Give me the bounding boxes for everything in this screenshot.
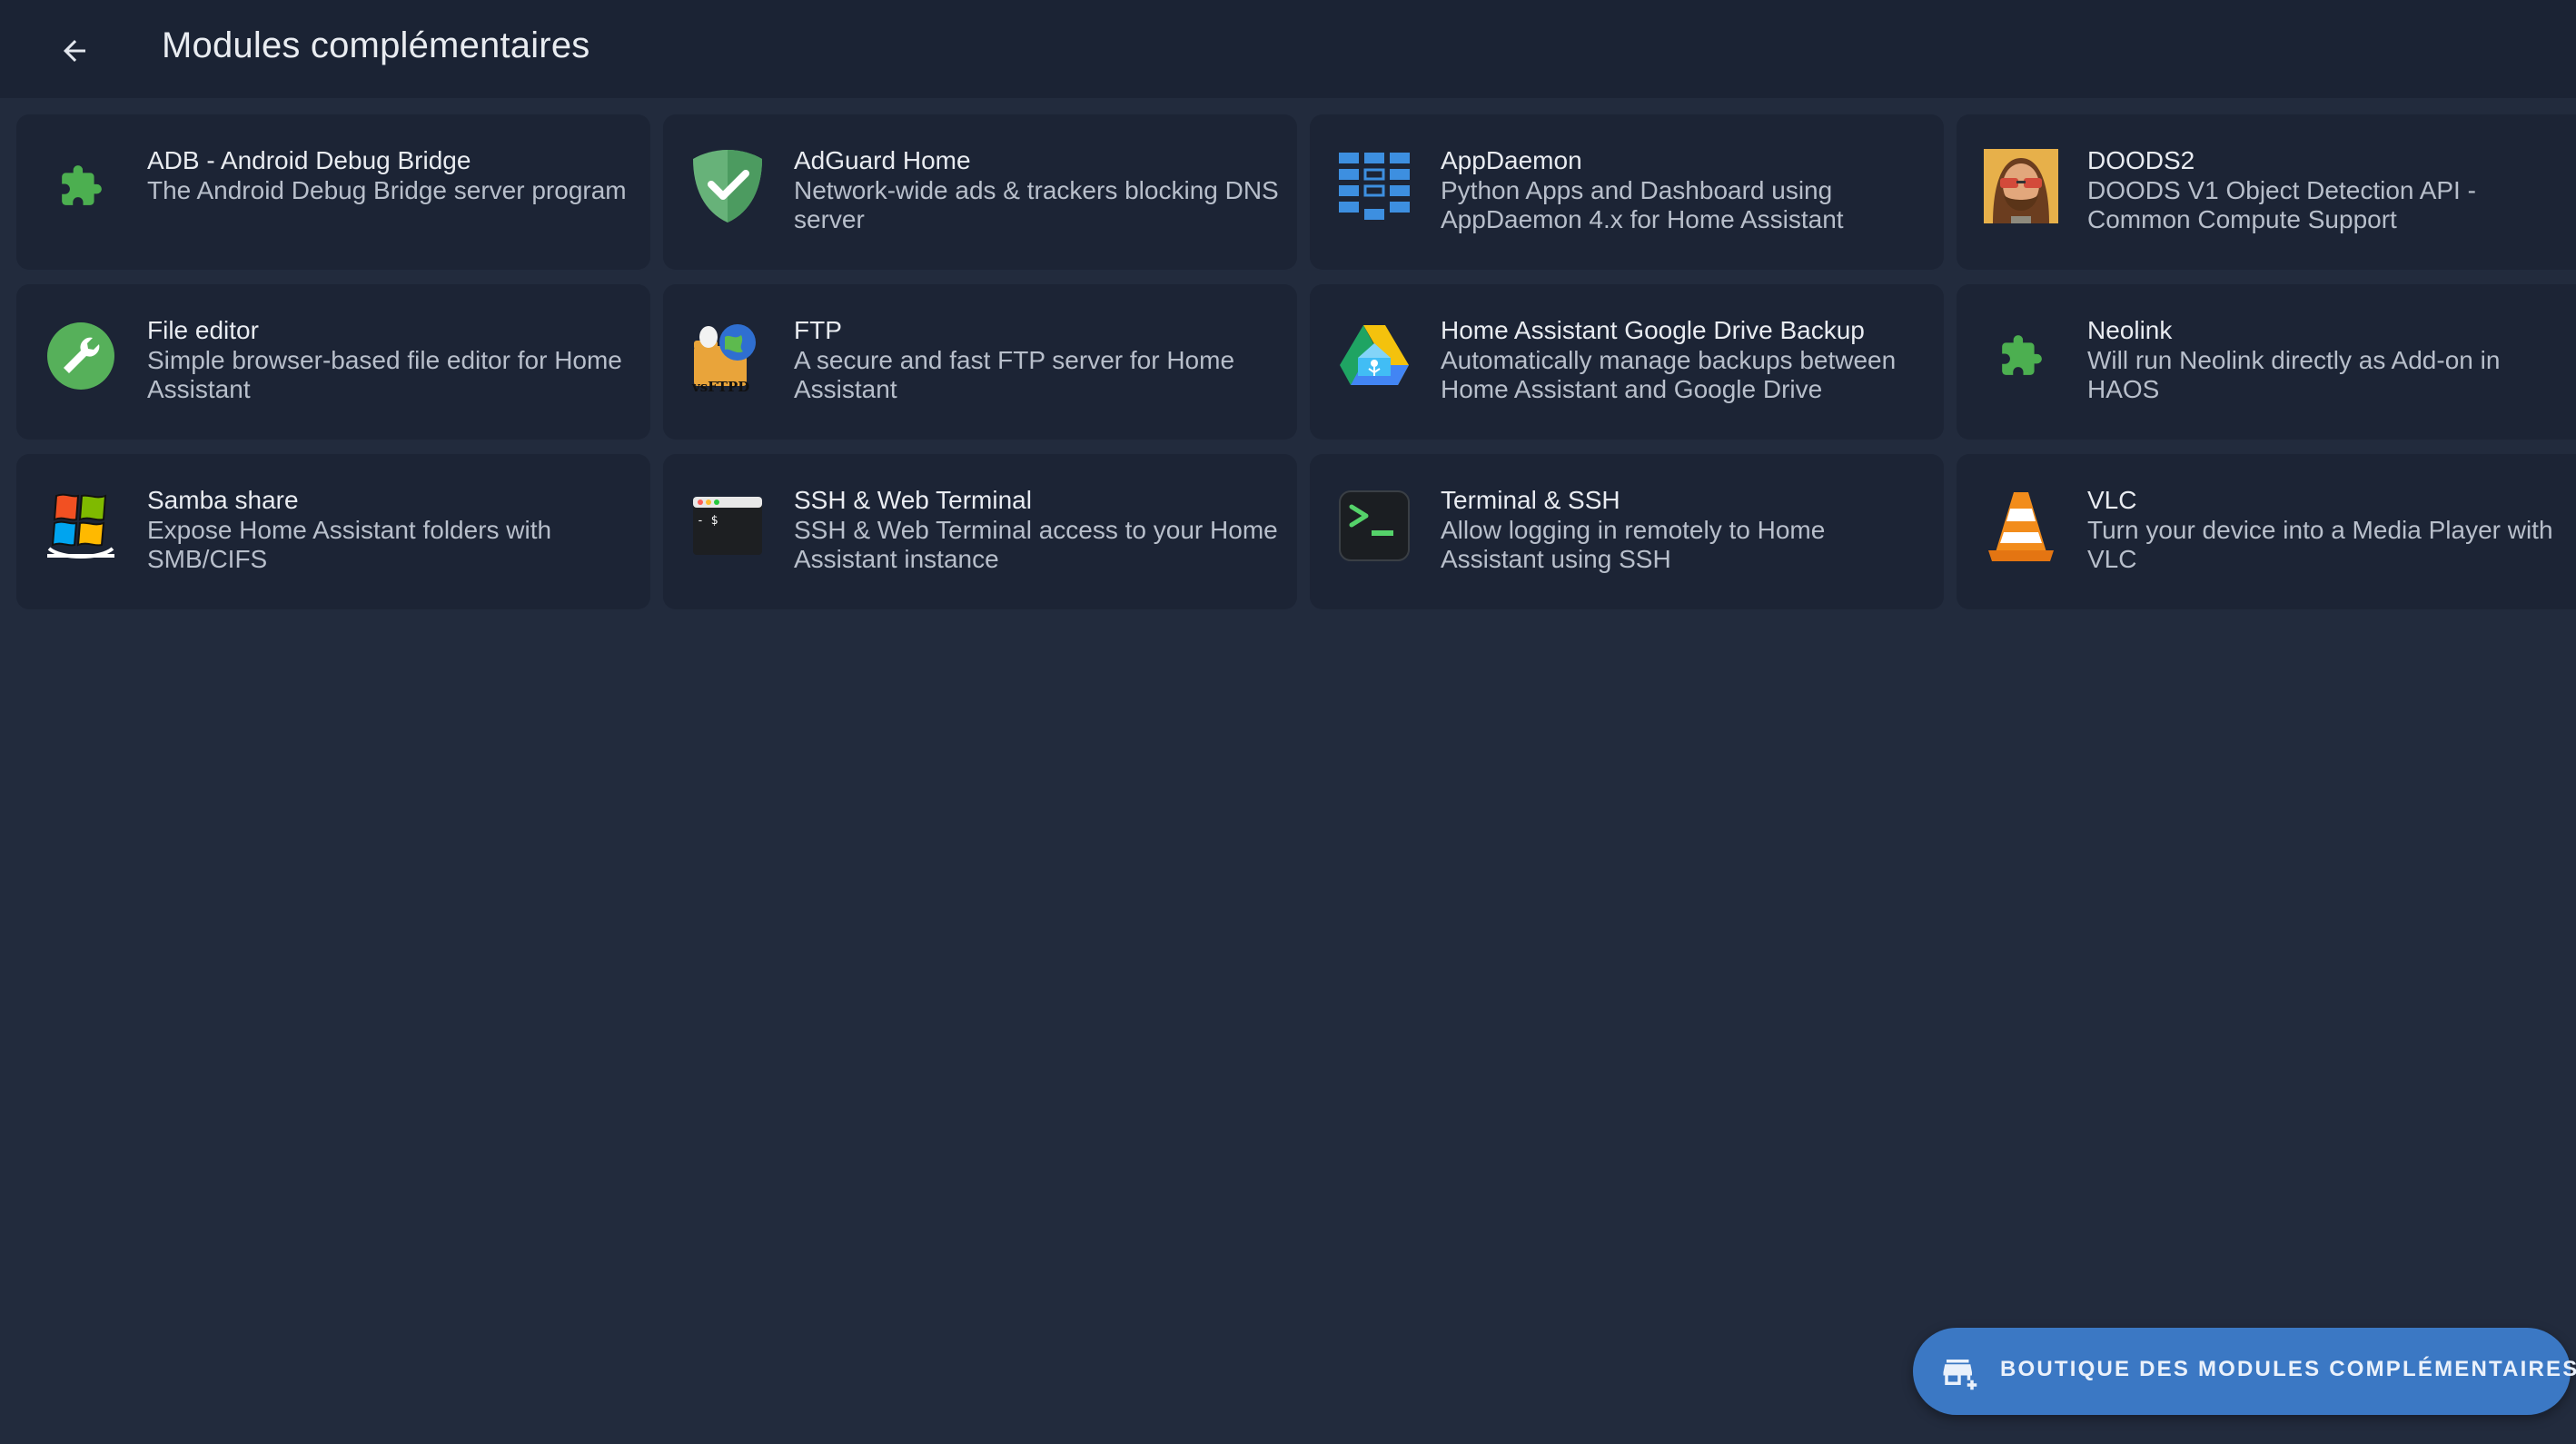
addon-card-terminal-ssh[interactable]: Terminal & SSH Allow logging in remotely… (1310, 454, 1944, 609)
addon-name: Terminal & SSH (1441, 486, 1620, 514)
svg-text:- $: - $ (697, 514, 718, 528)
addon-description: Turn your device into a Media Player wit… (2087, 516, 2553, 573)
addon-name: Samba share (147, 486, 299, 514)
addon-store-label: BOUTIQUE DES MODULES COMPLÉMENTAIRES (2000, 1357, 2576, 1381)
addon-description: Automatically manage backups between Hom… (1441, 346, 1897, 403)
addon-card-adguard[interactable]: AdGuard Home Network-wide ads & trackers… (663, 114, 1297, 270)
addon-name: File editor (147, 316, 259, 344)
addon-description: Will run Neolink directly as Add-on in H… (2087, 346, 2501, 403)
vsftpd-icon: vsFTPD (690, 319, 765, 393)
svg-text:vsFTPD: vsFTPD (691, 379, 749, 393)
addon-name: DOODS2 (2087, 146, 2195, 174)
store-plus-icon (1943, 1360, 1977, 1390)
addon-name: Home Assistant Google Drive Backup (1441, 316, 1865, 344)
addon-name: VLC (2087, 486, 2137, 514)
back-button[interactable] (53, 29, 96, 73)
addon-description: A secure and fast FTP server for Home As… (794, 346, 1235, 403)
google-drive-backup-icon (1337, 319, 1412, 393)
terminal-icon (1337, 489, 1412, 563)
addon-card-adb[interactable]: ADB - Android Debug Bridge The Android D… (16, 114, 650, 270)
web-terminal-icon: - $ (690, 489, 765, 563)
addon-description: Expose Home Assistant folders with SMB/C… (147, 516, 552, 573)
addon-grid: ADB - Android Debug Bridge The Android D… (16, 114, 2576, 609)
addon-card-vlc[interactable]: VLC Turn your device into a Media Player… (1957, 454, 2576, 609)
vlc-cone-icon (1984, 489, 2058, 563)
doods-avatar-icon (1984, 149, 2058, 223)
wrench-icon (44, 319, 118, 393)
addon-card-ssh-web-terminal[interactable]: - $ SSH & Web Terminal SSH & Web Termina… (663, 454, 1297, 609)
addon-card-samba-share[interactable]: Samba share Expose Home Assistant folder… (16, 454, 650, 609)
addon-description: Allow logging in remotely to Home Assist… (1441, 516, 1826, 573)
addon-card-file-editor[interactable]: File editor Simple browser-based file ed… (16, 284, 650, 440)
addon-description: DOODS V1 Object Detection API - Common C… (2087, 176, 2476, 233)
addon-name: AdGuard Home (794, 146, 971, 174)
addon-store-button[interactable]: BOUTIQUE DES MODULES COMPLÉMENTAIRES (1913, 1328, 2576, 1415)
addon-card-doods2[interactable]: DOODS2 DOODS V1 Object Detection API - C… (1957, 114, 2576, 270)
top-app-bar: Modules complémentaires (0, 0, 2576, 98)
addon-card-ftp[interactable]: vsFTPD FTP A secure and fast FTP server … (663, 284, 1297, 440)
addon-description: The Android Debug Bridge server program (147, 176, 627, 204)
addon-name: FTP (794, 316, 842, 344)
addon-name: AppDaemon (1441, 146, 1582, 174)
appdaemon-icon (1337, 149, 1412, 223)
addon-card-appdaemon[interactable]: AppDaemon Python Apps and Dashboard usin… (1310, 114, 1944, 270)
addon-card-neolink[interactable]: Neolink Will run Neolink directly as Add… (1957, 284, 2576, 440)
addon-card-google-drive-backup[interactable]: Home Assistant Google Drive Backup Autom… (1310, 284, 1944, 440)
addon-name: SSH & Web Terminal (794, 486, 1032, 514)
addon-name: ADB - Android Debug Bridge (147, 146, 471, 174)
adguard-shield-icon (690, 149, 765, 223)
addon-description: Simple browser-based file editor for Hom… (147, 346, 622, 403)
puzzle-icon (1984, 319, 2058, 393)
addon-description: Network-wide ads & trackers blocking DNS… (794, 176, 1279, 233)
addon-description: Python Apps and Dashboard using AppDaemo… (1441, 176, 1844, 233)
page-title: Modules complémentaires (162, 25, 590, 65)
arrow-left-icon (64, 40, 85, 62)
addon-name: Neolink (2087, 316, 2173, 344)
puzzle-icon (44, 149, 118, 223)
windows-share-icon (44, 489, 118, 563)
addon-description: SSH & Web Terminal access to your Home A… (794, 516, 1278, 573)
